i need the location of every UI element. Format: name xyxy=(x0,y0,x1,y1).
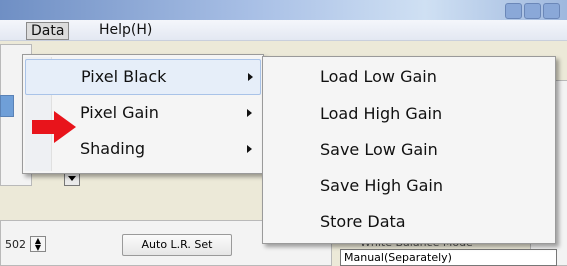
menu-item-label: Pixel Gain xyxy=(80,103,159,122)
left-tab-marker xyxy=(0,95,14,117)
white-balance-combo[interactable]: Manual(Separately) xyxy=(340,249,557,266)
red-arrow-annotation-icon xyxy=(32,111,76,143)
submenu-item-label: Load High Gain xyxy=(320,104,443,123)
menu-help[interactable]: Help(H) xyxy=(95,22,156,38)
submenu-item-load-low-gain[interactable]: Load Low Gain xyxy=(265,60,553,94)
submenu-arrow-icon xyxy=(247,109,252,117)
submenu-item-label: Store Data xyxy=(320,212,406,231)
menu-item-label: Pixel Black xyxy=(81,67,167,86)
submenu-item-label: Save High Gain xyxy=(320,176,444,195)
menu-item-label: Shading xyxy=(80,139,145,158)
pixel-black-submenu: Load Low Gain Load High Gain Save Low Ga… xyxy=(262,56,556,244)
submenu-item-store-data[interactable]: Store Data xyxy=(265,205,553,239)
submenu-item-label: Save Low Gain xyxy=(320,140,438,159)
submenu-item-load-high-gain[interactable]: Load High Gain xyxy=(265,97,553,131)
submenu-arrow-icon xyxy=(248,73,253,81)
auto-lr-set-button[interactable]: Auto L.R. Set xyxy=(122,234,232,256)
spin-stepper[interactable]: ▲ ▼ xyxy=(30,236,46,252)
menu-bar: Data Help(H) xyxy=(0,20,567,41)
spin-value: 502 xyxy=(5,238,26,251)
close-icon[interactable] xyxy=(543,3,560,19)
submenu-item-save-low-gain[interactable]: Save Low Gain xyxy=(265,133,553,167)
white-balance-combo-value: Manual(Separately) xyxy=(344,251,452,264)
window-title-bar xyxy=(0,0,567,20)
submenu-item-save-high-gain[interactable]: Save High Gain xyxy=(265,169,553,203)
maximize-icon[interactable] xyxy=(524,3,541,19)
submenu-arrow-icon xyxy=(247,145,252,153)
menu-data[interactable]: Data xyxy=(26,22,70,40)
menu-item-pixel-black[interactable]: Pixel Black xyxy=(25,59,261,95)
minimize-icon[interactable] xyxy=(505,3,522,19)
submenu-item-label: Load Low Gain xyxy=(320,67,437,86)
